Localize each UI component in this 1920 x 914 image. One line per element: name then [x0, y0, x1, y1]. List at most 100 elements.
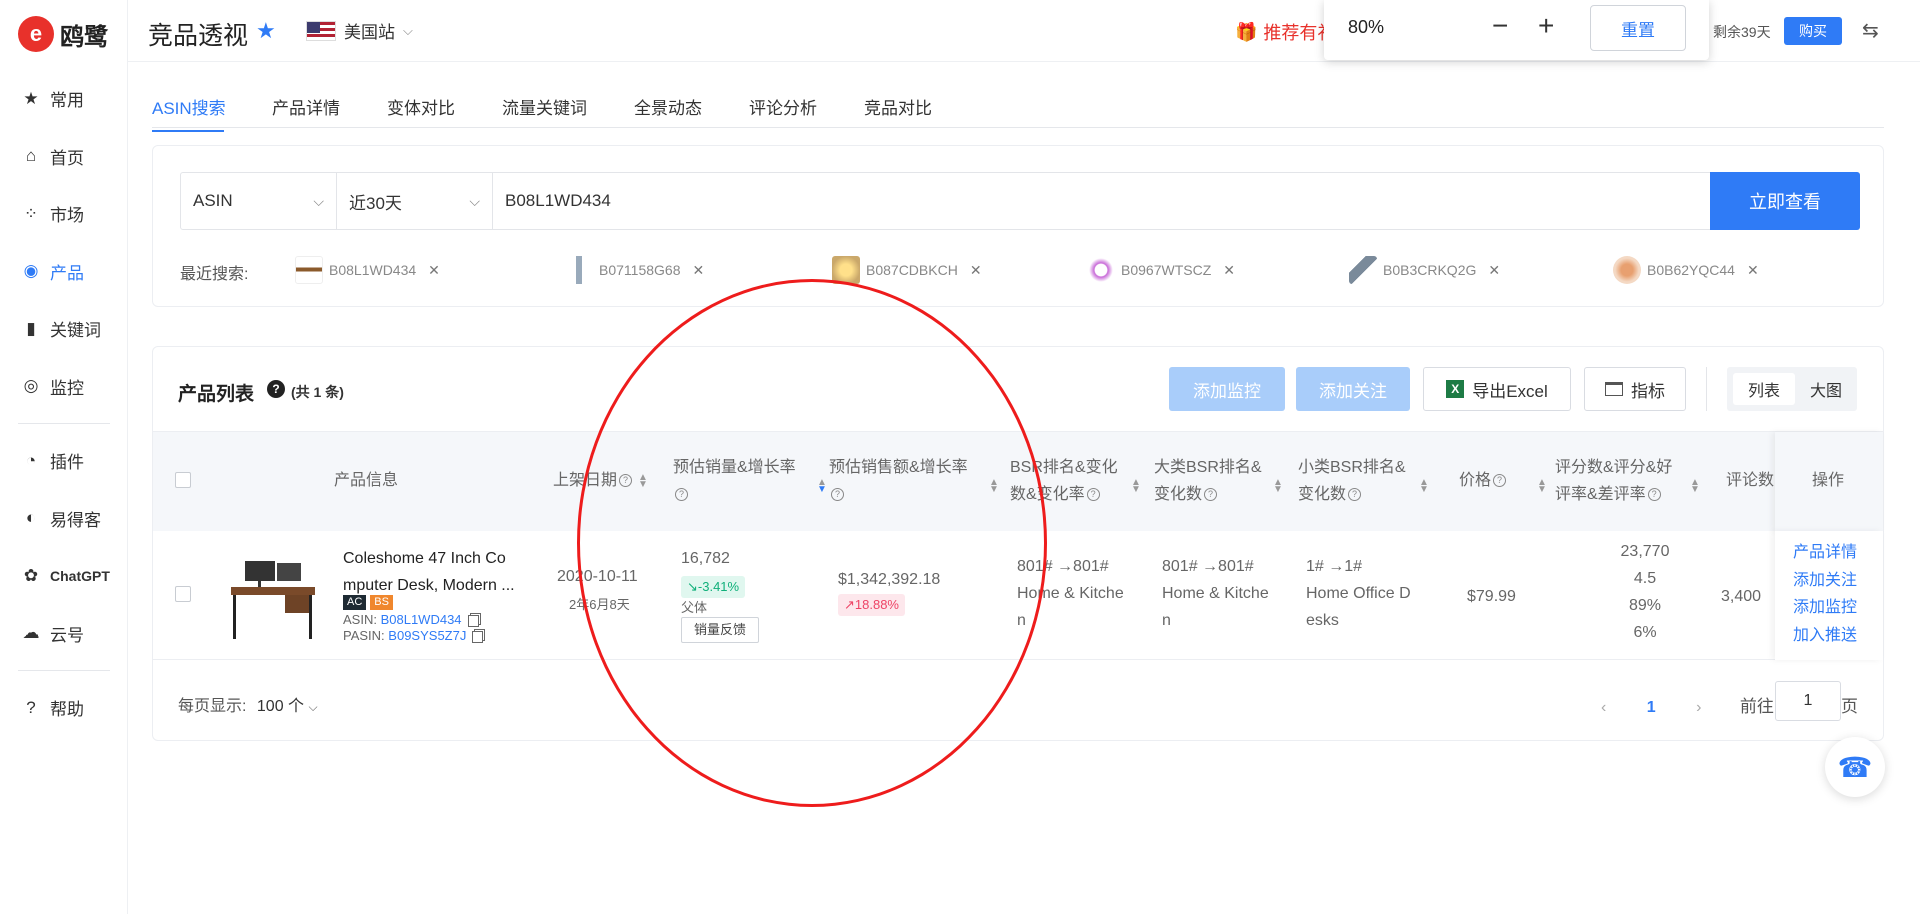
next-page-icon[interactable]: ›: [1696, 699, 1701, 716]
prev-page-icon[interactable]: ‹: [1601, 699, 1606, 716]
zoom-in-button[interactable]: +: [1538, 10, 1554, 42]
sidebar-item-common[interactable]: ★ 常用: [0, 70, 128, 128]
sort-icon[interactable]: ▲ ▼: [1125, 472, 1141, 499]
col-category-bsr[interactable]: 大类BSR排名& 变化数?: [1154, 454, 1262, 508]
recent-asin: B071158G68: [599, 262, 681, 278]
add-push-link[interactable]: 加入推送: [1793, 627, 1857, 644]
tab-asin-search[interactable]: ASIN搜索: [152, 94, 226, 132]
sort-icon[interactable]: ▲ ▼: [1267, 472, 1283, 499]
tab-product-detail[interactable]: 产品详情: [272, 94, 340, 119]
tab-variant-compare[interactable]: 变体对比: [387, 94, 455, 119]
page-jump-input[interactable]: 1: [1775, 681, 1841, 721]
sort-icon[interactable]: ▲ ▼: [983, 472, 999, 499]
sidebar-item-plugin[interactable]: ◔ 插件: [0, 432, 128, 490]
sidebar-item-market[interactable]: ⁘ 市场: [0, 185, 128, 243]
recent-item[interactable]: B0B3CRKQ2G ✕: [1349, 256, 1500, 284]
recent-item[interactable]: B0967WTSCZ ✕: [1087, 256, 1235, 284]
recent-asin: B087CDBKCH: [866, 262, 958, 278]
sidebar-item-product[interactable]: ◉ 产品: [0, 243, 128, 301]
listing-date: 2020-10-11: [557, 568, 638, 585]
remove-icon[interactable]: ✕: [970, 262, 982, 279]
product-detail-link[interactable]: 产品详情: [1793, 544, 1857, 561]
sort-icon[interactable]: ▲ ▼: [1531, 472, 1547, 499]
col-listing-date[interactable]: 上架日期? ▲ ▼: [553, 467, 648, 494]
sort-active-icon[interactable]: ▲ ▼: [811, 472, 827, 499]
tab-traffic-keywords[interactable]: 流量关键词: [502, 94, 587, 119]
sidebar-item-keyword[interactable]: ▮ 关键词: [0, 300, 128, 358]
view-grid-option[interactable]: 大图: [1795, 373, 1857, 405]
metrics-button[interactable]: 指标: [1584, 367, 1686, 411]
sidebar-item-yidk[interactable]: ◐ 易得客: [0, 490, 128, 548]
asin-link[interactable]: B08L1WD434: [381, 612, 462, 627]
help-icon: ?: [1493, 474, 1507, 488]
remove-icon[interactable]: ✕: [428, 262, 440, 279]
help-icon: ?: [1204, 488, 1218, 502]
select-all-checkbox[interactable]: [175, 472, 191, 488]
col-price[interactable]: 价格?: [1459, 467, 1507, 494]
add-follow-link[interactable]: 添加关注: [1793, 572, 1857, 589]
tab-review-analysis[interactable]: 评论分析: [749, 94, 817, 119]
add-monitor-link[interactable]: 添加监控: [1793, 599, 1857, 616]
sort-icon[interactable]: ▲ ▼: [1684, 472, 1700, 499]
period-select[interactable]: 近30天 ⌵: [337, 173, 493, 229]
zoom-out-button[interactable]: −: [1492, 10, 1508, 42]
per-page-selector[interactable]: 每页显示: 100 个 ⌵: [178, 692, 318, 716]
sidebar-item-monitor[interactable]: ◎ 监控: [0, 358, 128, 416]
favorite-star-icon[interactable]: ★: [256, 18, 276, 44]
product-title[interactable]: Coleshome 47 Inch Co mputer Desk, Modern…: [343, 545, 515, 599]
copy-icon[interactable]: [472, 630, 484, 643]
row-checkbox[interactable]: [175, 586, 191, 602]
logo[interactable]: e 鸥鹭: [18, 16, 108, 52]
recommend-reward-link[interactable]: 🎁 推荐有礼: [1235, 19, 1335, 45]
col-label: 评分数&评分&好: [1555, 459, 1673, 476]
remove-icon[interactable]: ✕: [692, 262, 704, 279]
col-rating[interactable]: 评分数&评分&好 评率&差评率?: [1555, 454, 1672, 508]
search-card: ASIN ⌵ 近30天 ⌵ 立即查看 最近搜索: B08L1WD434 ✕ B07…: [152, 145, 1884, 307]
remove-icon[interactable]: ✕: [1223, 262, 1235, 279]
sort-icon[interactable]: ▲ ▼: [1413, 472, 1429, 499]
recent-item[interactable]: B071158G68 ✕: [565, 256, 704, 284]
recent-item[interactable]: B0B62YQC44 ✕: [1613, 256, 1759, 284]
export-excel-button[interactable]: X 导出Excel: [1423, 367, 1571, 411]
sidebar-item-cloud[interactable]: ☁ 云号: [0, 605, 128, 663]
copy-icon[interactable]: [467, 614, 479, 627]
help-icon: ?: [1647, 488, 1661, 502]
view-list-option[interactable]: 列表: [1733, 373, 1795, 405]
col-est-sales[interactable]: 预估销量&增长率?: [673, 454, 796, 508]
customer-service-chat-icon[interactable]: ☎: [1825, 737, 1885, 797]
asin-search-input[interactable]: [493, 173, 1710, 229]
sidebar-item-label: 常用: [50, 91, 84, 111]
sales-feedback-button[interactable]: 销量反馈: [681, 617, 760, 643]
help-icon[interactable]: ?: [267, 380, 285, 398]
current-page[interactable]: 1: [1647, 699, 1656, 716]
col-subcategory-bsr[interactable]: 小类BSR排名& 变化数?: [1298, 454, 1406, 508]
col-bsr[interactable]: BSR排名&变化 数&变化率?: [1010, 454, 1118, 508]
remove-icon[interactable]: ✕: [1488, 262, 1500, 279]
add-follow-button[interactable]: 添加关注: [1296, 367, 1410, 411]
search-type-select[interactable]: ASIN ⌵: [181, 173, 337, 229]
price: $79.99: [1467, 588, 1516, 605]
pasin-link[interactable]: B09SYS5Z7J: [388, 628, 466, 643]
recent-asin: B08L1WD434: [329, 262, 417, 278]
swirl-icon: ◐: [25, 508, 37, 528]
switch-account-icon[interactable]: ⇆: [1862, 18, 1879, 43]
product-image[interactable]: [225, 549, 319, 641]
sort-icon[interactable]: ▲ ▼: [638, 472, 648, 489]
tab-panorama[interactable]: 全景动态: [634, 94, 702, 119]
recent-item[interactable]: B08L1WD434 ✕: [295, 256, 440, 284]
period-value: 近30天: [349, 193, 402, 213]
col-est-revenue[interactable]: 预估销售额&增长率?: [829, 454, 968, 508]
tab-competitor-compare[interactable]: 竞品对比: [864, 94, 932, 119]
zoom-reset-button[interactable]: 重置: [1590, 5, 1686, 51]
remove-icon[interactable]: ✕: [1747, 262, 1759, 279]
buy-button[interactable]: 购买: [1784, 17, 1842, 45]
recent-item[interactable]: B087CDBKCH ✕: [832, 256, 982, 284]
sidebar-item-chatgpt[interactable]: ✿ ChatGPT: [0, 547, 128, 605]
rating-count: 23,770: [1620, 543, 1670, 560]
site-selector[interactable]: 美国站 ⌵: [306, 18, 413, 43]
view-now-button[interactable]: 立即查看: [1710, 172, 1860, 230]
chevron-down-icon: ⌵: [313, 192, 324, 209]
sidebar-item-home[interactable]: ⌂ 首页: [0, 128, 128, 186]
sidebar-item-help[interactable]: ? 帮助: [0, 679, 128, 737]
add-monitor-button[interactable]: 添加监控: [1169, 367, 1285, 411]
